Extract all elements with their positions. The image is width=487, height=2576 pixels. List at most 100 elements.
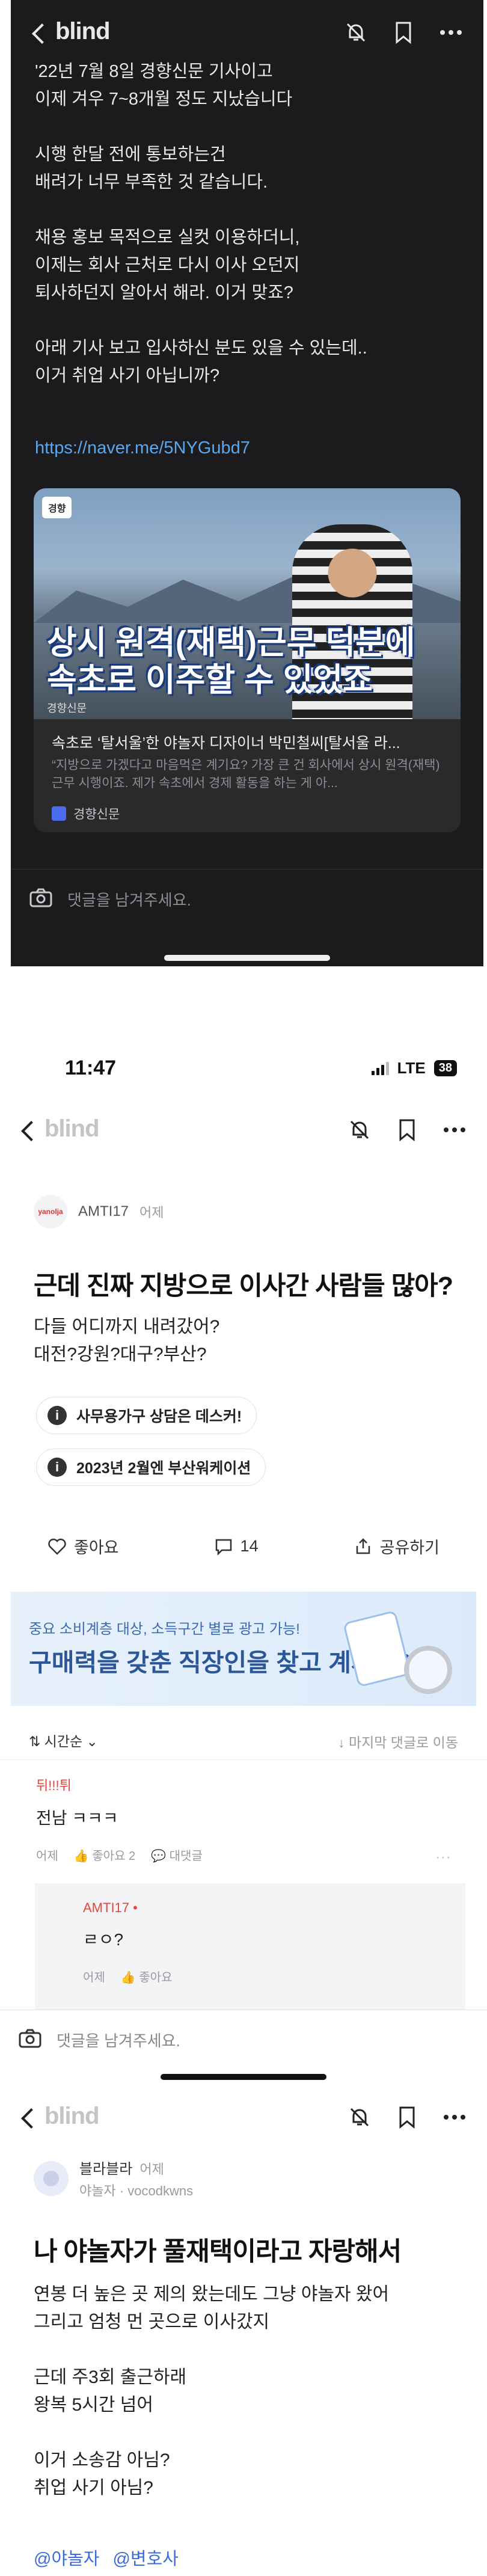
- camera-icon[interactable]: [18, 2028, 42, 2052]
- dark-post-screen: blind '22년 7월 8일 경향신문 기사이고 이제 겨우 7~8개월 정…: [11, 0, 483, 966]
- newspaper-icon: [52, 806, 66, 821]
- reply-author-name: AMTI17: [83, 1900, 130, 1915]
- reply-author[interactable]: AMTI17 •: [83, 1900, 172, 1916]
- card-title: 속초로 ‘탈서울’한 야놀자 디자이너 박민철씨[탈서울 라...: [52, 735, 400, 752]
- comment-sort-row: ⇅ 시간순 ⌄ ↓ 마지막 댓글로 이동: [0, 1724, 487, 1760]
- bell-off-icon[interactable]: [348, 2105, 372, 2129]
- bookmark-icon[interactable]: [398, 2105, 416, 2129]
- blind-logo: blind: [44, 1115, 100, 1142]
- sponsored-chip[interactable]: i 2023년 2월엔 부산워케이션: [36, 1449, 266, 1486]
- top-bar-actions: [348, 1118, 467, 1142]
- post-body: 다들 어디까지 내려갔어? 대전?강원?대구?부산?: [34, 1317, 220, 1364]
- more-icon[interactable]: [439, 29, 463, 36]
- writer-mark-icon: •: [133, 1900, 138, 1915]
- post-title: 나 야놀자가 풀재택이라고 자랑해서: [34, 2237, 402, 2266]
- info-icon: i: [47, 1458, 67, 1477]
- top-bar: blind: [11, 0, 483, 66]
- reply-block: AMTI17 • ㄹㅇ? 어제 👍 좋아요: [35, 1883, 465, 2028]
- home-indicator: [161, 2074, 326, 2080]
- post-title: 근데 진짜 지방으로 이사간 사람들 많아?: [34, 1272, 453, 1301]
- press-badge: 경향: [42, 497, 72, 518]
- bell-off-icon[interactable]: [348, 1118, 372, 1142]
- bookmark-icon[interactable]: [398, 1118, 416, 1142]
- reply-icon: 💬: [151, 1850, 170, 1863]
- comment-text: 전남 ㅋㅋㅋ: [36, 1809, 118, 1827]
- post-author: 블라블라 어제 야놀자 · vocodkwns: [34, 2157, 193, 2200]
- share-icon: [356, 1538, 370, 1554]
- article-link[interactable]: https://naver.me/5NYGubd7: [35, 434, 250, 462]
- bookmark-icon[interactable]: [394, 20, 412, 44]
- reply-button[interactable]: 💬 대댓글: [151, 1846, 203, 1863]
- heart-icon: [48, 1538, 66, 1555]
- post-body: '22년 7월 8일 경향신문 기사이고 이제 겨우 7~8개월 정도 지났습니…: [35, 62, 367, 385]
- network-label: LTE: [397, 1059, 426, 1077]
- battery-icon: 38: [433, 1060, 457, 1076]
- comments-button[interactable]: 14: [214, 1535, 259, 1558]
- reply-like-label: 좋아요: [139, 1971, 173, 1984]
- post-time: 어제: [139, 2162, 164, 2177]
- sort-dropdown[interactable]: ⇅ 시간순 ⌄: [29, 1730, 98, 1750]
- comment-author[interactable]: 뒤!!!튀: [36, 1775, 203, 1794]
- back-button[interactable]: [28, 18, 52, 48]
- ad-line-1: 중요 소비계층 대상, 소득구간 별로 광고 가능!: [29, 1621, 300, 1637]
- share-label: 공유하기: [379, 1539, 440, 1557]
- arrow-down-icon: ↓: [338, 1735, 349, 1750]
- more-icon[interactable]: [443, 2114, 467, 2121]
- chip-label: 사무용가구 상담은 데스커!: [76, 1408, 242, 1425]
- author-name[interactable]: 블라블라: [79, 2157, 132, 2178]
- mention-tag[interactable]: @변호사: [112, 2545, 178, 2570]
- comment-bar: 댓글을 남겨주세요.: [11, 869, 483, 929]
- like-button[interactable]: 좋아요: [47, 1535, 119, 1558]
- status-bar: 11:47 LTE 38: [0, 1056, 487, 1093]
- like-label: 좋아요: [74, 1539, 119, 1557]
- sort-label: 시간순: [44, 1734, 83, 1749]
- author-name[interactable]: AMTI17: [78, 1203, 129, 1220]
- ad-banner[interactable]: 중요 소비계층 대상, 소득구간 별로 광고 가능! 구매력을 갖춘 직장인을 …: [11, 1592, 476, 1706]
- chevron-down-icon: ⌄: [82, 1734, 98, 1749]
- signal-icon: [371, 1061, 389, 1075]
- comment-input[interactable]: 댓글을 남겨주세요.: [67, 888, 191, 910]
- top-bar-actions: [348, 2105, 467, 2129]
- home-indicator: [164, 955, 330, 961]
- post-time: 어제: [139, 1205, 164, 1220]
- card-description: “지방으로 가겠다고 마음먹은 계기요? 가장 큰 건 회사에서 상시 원격(재…: [52, 758, 440, 790]
- camera-icon[interactable]: [29, 888, 53, 911]
- comment-input[interactable]: 댓글을 남겨주세요.: [57, 2029, 180, 2051]
- back-button[interactable]: [17, 1115, 41, 1145]
- reply-like-button[interactable]: 👍 좋아요: [121, 1967, 173, 1985]
- blind-logo: blind: [44, 2103, 100, 2129]
- comment-meta: 어제 👍 좋아요 2 💬 대댓글: [36, 1846, 203, 1863]
- thumb-icon: 👍: [120, 1971, 139, 1984]
- info-icon: i: [47, 1406, 67, 1425]
- top-bar-actions: [344, 20, 463, 44]
- post-body: 연봉 더 높은 곳 제의 왔는데도 그냥 야놀자 왔어 그리고 엄청 먼 곳으로…: [34, 2284, 390, 2498]
- comment-like-button[interactable]: 👍 좋아요 2: [74, 1846, 135, 1863]
- card-source-label: 경향신문: [73, 808, 120, 821]
- light-post-panel: 11:47 LTE 38 blind yanolja AMTI17 어제 근데 …: [0, 966, 487, 2085]
- sort-icon: ⇅: [29, 1734, 44, 1749]
- top-bar: blind: [0, 1097, 487, 1164]
- article-image: 경향 상시 원격(재택)근무 덕분에 속초로 이주할 수 있었죠 경향신문: [34, 488, 461, 719]
- share-button[interactable]: 공유하기: [354, 1535, 440, 1558]
- thumb-icon: 👍: [73, 1850, 93, 1863]
- sponsored-chip[interactable]: i 사무용가구 상담은 데스커!: [36, 1397, 257, 1434]
- dark-post-panel: blind '22년 7월 8일 경향신문 기사이고 이제 겨우 7~8개월 정…: [0, 0, 487, 966]
- comment-bar: 댓글을 남겨주세요.: [0, 2010, 487, 2070]
- jump-to-last-comment[interactable]: ↓ 마지막 댓글로 이동: [338, 1731, 458, 1752]
- top-bar: blind: [0, 2085, 487, 2151]
- profile-avatar-icon: [34, 2160, 69, 2196]
- post-actions: 좋아요 14 공유하기: [0, 1535, 487, 1558]
- image-headline: 상시 원격(재택)근무 덕분에 속초로 이주할 수 있었죠: [47, 625, 415, 698]
- link-preview-card[interactable]: 경향 상시 원격(재택)근무 덕분에 속초로 이주할 수 있었죠 경향신문 속초…: [34, 488, 461, 832]
- back-button[interactable]: [17, 2103, 41, 2133]
- company-avatar: yanolja: [34, 1195, 67, 1228]
- mention-tag[interactable]: @야놀자: [34, 2545, 99, 2570]
- reply-label: 대댓글: [169, 1850, 203, 1863]
- mention-tags: @야놀자 @변호사: [34, 2545, 179, 2570]
- comment-more-icon[interactable]: ···: [435, 1847, 451, 1866]
- more-icon[interactable]: [443, 1126, 467, 1133]
- bell-off-icon[interactable]: [344, 20, 368, 44]
- post-author: yanolja AMTI17 어제: [34, 1195, 164, 1228]
- comment-item: 뒤!!!튀 전남 ㅋㅋㅋ 어제 👍 좋아요 2 💬 대댓글: [36, 1775, 203, 1863]
- status-time: 11:47: [65, 1056, 117, 1079]
